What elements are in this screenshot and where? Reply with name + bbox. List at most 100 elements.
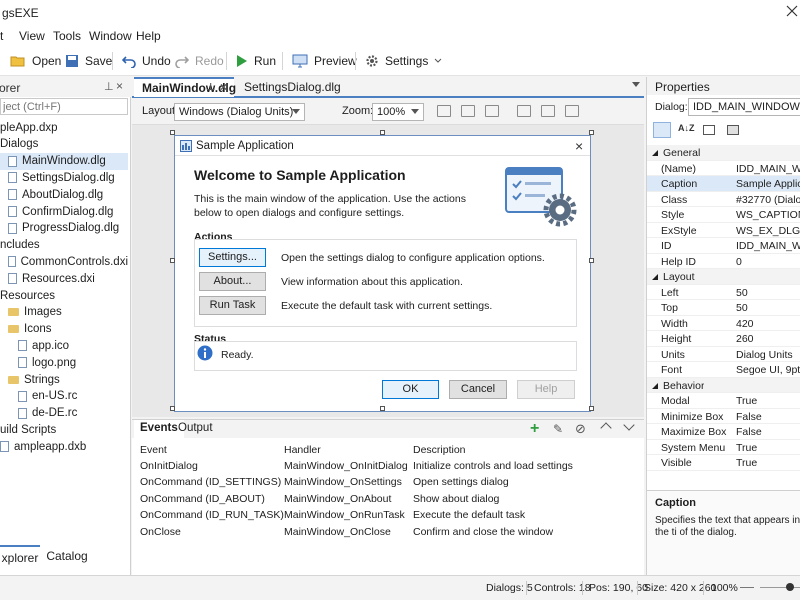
- resize-handle-w[interactable]: [170, 258, 175, 263]
- tree-item[interactable]: Resources: [0, 287, 128, 304]
- pin-icon[interactable]: ⊥: [104, 80, 114, 93]
- property-value[interactable]: WS_CAPTION | WS_: [736, 209, 800, 221]
- tree-item[interactable]: Resources.dxi: [0, 270, 128, 287]
- menu-tools[interactable]: Tools: [53, 29, 81, 43]
- layout-select[interactable]: Windows (Dialog Units): [174, 103, 305, 121]
- dialog-close-icon[interactable]: ×: [575, 138, 583, 154]
- edit-event-icon[interactable]: ✎: [553, 422, 563, 436]
- property-row[interactable]: Height 260: [647, 331, 800, 347]
- property-value[interactable]: Sample Applicatio: [736, 178, 800, 190]
- tree-item[interactable]: en-US.rc: [0, 388, 128, 405]
- property-value[interactable]: 420: [736, 318, 800, 330]
- tree-item[interactable]: ncludes: [0, 237, 128, 254]
- zoom-slider[interactable]: [760, 587, 800, 588]
- property-value[interactable]: True: [736, 395, 800, 407]
- cancel-button[interactable]: Cancel: [449, 380, 507, 399]
- resize-handle-ne[interactable]: [589, 130, 594, 135]
- tree-item[interactable]: ampleapp.dxb: [0, 438, 128, 455]
- zoom-out-icon[interactable]: [740, 587, 754, 588]
- property-row[interactable]: ExStyle WS_EX_DLGMODA: [647, 223, 800, 238]
- save-button[interactable]: Save: [65, 52, 112, 70]
- tab-settingsdialog[interactable]: SettingsDialog.dlg: [236, 77, 346, 97]
- events-view-icon[interactable]: [727, 125, 739, 135]
- property-row[interactable]: Visible True: [647, 455, 800, 471]
- dialog-preview[interactable]: Sample Application × Welcome to Sample A…: [174, 135, 591, 412]
- property-value[interactable]: Segoe UI, 9pt: [736, 364, 800, 376]
- property-value[interactable]: True: [736, 457, 800, 469]
- property-row[interactable]: Caption Sample Applicatio: [647, 176, 800, 192]
- property-row[interactable]: Top 50: [647, 300, 800, 316]
- close-panel-icon[interactable]: ×: [116, 79, 123, 93]
- properties-view-icon[interactable]: [703, 125, 715, 135]
- zoom-slider-thumb[interactable]: [786, 583, 794, 591]
- tree-item[interactable]: de-DE.rc: [0, 405, 128, 422]
- design-canvas[interactable]: Sample Application × Welcome to Sample A…: [132, 125, 644, 417]
- tab-catalog[interactable]: Catalog: [44, 545, 90, 567]
- zoom-select[interactable]: 100%: [372, 103, 424, 121]
- property-row[interactable]: Units Dialog Units: [647, 347, 800, 362]
- align-center-icon[interactable]: [461, 105, 475, 117]
- tab-output[interactable]: Output: [172, 420, 219, 438]
- property-row[interactable]: Modal True: [647, 393, 800, 409]
- table-row[interactable]: OnCommand (ID_ABOUT) MainWindow_OnAbout Sh…: [132, 491, 644, 507]
- tab-mainwindow[interactable]: MainWindow.dlg ⊥ ×: [134, 77, 236, 97]
- tree-item[interactable]: Strings: [0, 371, 128, 388]
- preview-button[interactable]: Preview: [292, 52, 357, 70]
- menu-window[interactable]: Window: [89, 29, 132, 43]
- resize-handle-nw[interactable]: [170, 130, 175, 135]
- help-button[interactable]: Help: [517, 380, 575, 399]
- tab-explorer[interactable]: xplorer: [0, 545, 40, 567]
- table-row[interactable]: OnCommand (ID_RUN_TASK) MainWindow_OnRunT…: [132, 507, 644, 523]
- property-row[interactable]: ID IDD_MAIN_WINDO: [647, 238, 800, 254]
- property-value[interactable]: 50: [736, 287, 800, 299]
- dialog-select[interactable]: IDD_MAIN_WINDOW: [688, 98, 800, 116]
- property-category[interactable]: ◢ Behavior: [647, 377, 800, 393]
- menu-help[interactable]: Help: [136, 29, 161, 43]
- tree-item[interactable]: logo.png: [0, 354, 128, 371]
- property-category[interactable]: ◢ General: [647, 145, 800, 161]
- tree-item[interactable]: SettingsDialog.dlg: [0, 169, 128, 186]
- tree-item[interactable]: Icons: [0, 321, 128, 338]
- undo-button[interactable]: Undo: [122, 52, 171, 70]
- sort-alpha-icon[interactable]: A↓Z: [678, 123, 695, 133]
- tree-item[interactable]: pleApp.dxp: [0, 119, 128, 136]
- tree-item[interactable]: ProgressDialog.dlg: [0, 220, 128, 237]
- settings-button[interactable]: Settings...: [199, 248, 266, 267]
- property-row[interactable]: Maximize Box False: [647, 424, 800, 440]
- property-value[interactable]: #32770 (Dialog): [736, 194, 800, 206]
- property-value[interactable]: False: [736, 411, 800, 423]
- collapse-icon[interactable]: ◢: [652, 148, 658, 157]
- align-top-icon[interactable]: [517, 105, 531, 117]
- run-task-button[interactable]: Run Task: [199, 296, 266, 315]
- table-row[interactable]: OnClose MainWindow_OnClose Confirm and clo…: [132, 524, 644, 540]
- property-row[interactable]: Minimize Box False: [647, 409, 800, 424]
- property-value[interactable]: WS_EX_DLGMODA: [736, 225, 800, 237]
- pin-tab-icon[interactable]: ⊥: [206, 82, 215, 93]
- resize-handle-s[interactable]: [380, 406, 385, 411]
- add-event-icon[interactable]: +: [530, 420, 539, 438]
- table-row[interactable]: OnInitDialog MainWindow_OnInitDialog Initi…: [132, 458, 644, 474]
- align-left-icon[interactable]: [437, 105, 451, 117]
- tree-item[interactable]: Images: [0, 304, 128, 321]
- tree-item[interactable]: AboutDialog.dlg: [0, 186, 128, 203]
- tree-item[interactable]: ConfirmDialog.dlg: [0, 203, 128, 220]
- property-value[interactable]: IDD_MAIN_WINDO: [736, 240, 800, 252]
- property-row[interactable]: Left 50: [647, 285, 800, 300]
- property-category[interactable]: ◢ Layout: [647, 269, 800, 285]
- tree-item[interactable]: app.ico: [0, 337, 128, 354]
- tree-item[interactable]: Dialogs: [0, 136, 128, 153]
- align-bottom-icon[interactable]: [565, 105, 579, 117]
- tree-item[interactable]: uild Scripts: [0, 421, 128, 438]
- tree-item[interactable]: MainWindow.dlg: [0, 152, 128, 170]
- move-down-icon[interactable]: [623, 419, 635, 431]
- resize-handle-n[interactable]: [380, 130, 385, 135]
- redo-button[interactable]: Redo: [175, 52, 224, 70]
- menu-view[interactable]: View: [19, 29, 45, 43]
- property-row[interactable]: Width 420: [647, 316, 800, 331]
- collapse-icon[interactable]: ◢: [652, 381, 658, 390]
- about-button[interactable]: About...: [199, 272, 266, 291]
- delete-event-icon[interactable]: ⊘: [575, 421, 586, 437]
- close-window-icon[interactable]: [786, 5, 800, 19]
- property-row[interactable]: Font Segoe UI, 9pt: [647, 362, 800, 378]
- property-row[interactable]: System Menu True: [647, 440, 800, 455]
